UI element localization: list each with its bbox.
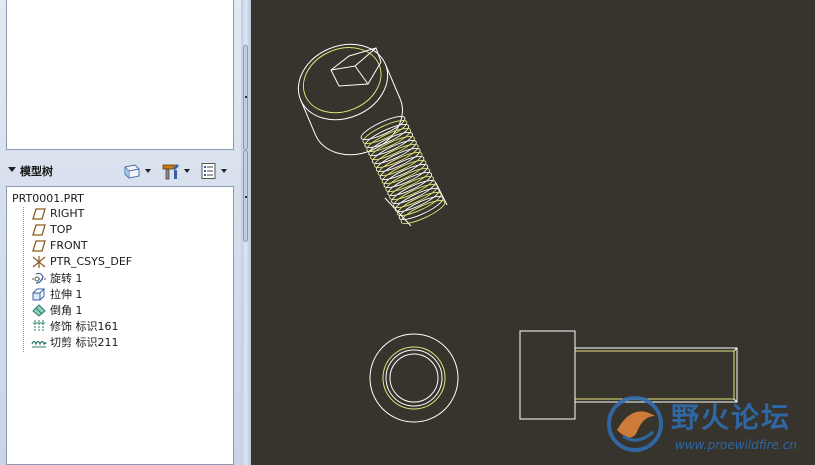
show-icon — [124, 164, 140, 179]
tree-guide-line — [23, 207, 25, 352]
thread-lines — [360, 116, 446, 224]
tree-item-front[interactable]: FRONT — [31, 238, 88, 253]
screw-end-view — [369, 333, 459, 423]
revolve-icon — [31, 271, 47, 285]
tree-item-label: RIGHT — [50, 207, 85, 220]
chevron-down-icon — [221, 169, 227, 173]
tree-item-label: 修饰 标识161 — [50, 319, 119, 333]
grip-dot-icon — [245, 96, 247, 98]
grip-dot-icon — [245, 196, 247, 198]
graphics-window[interactable]: 野火论坛 www.proewildfire.cn — [251, 0, 815, 465]
tree-item-label: TOP — [50, 223, 73, 236]
tree-item-chamfer[interactable]: 倒角 1 — [31, 302, 83, 317]
tree-item-csys[interactable]: PTR_CSYS_DEF — [31, 254, 132, 269]
columns-icon — [201, 163, 216, 179]
tree-item-top[interactable]: TOP — [31, 222, 72, 237]
settings-menu-button[interactable] — [161, 162, 190, 180]
splitter-grip-top[interactable] — [243, 45, 248, 150]
cut-icon — [31, 335, 47, 349]
chevron-down-icon — [184, 169, 190, 173]
tree-item-label: FRONT — [50, 239, 88, 252]
columns-menu-button[interactable] — [200, 162, 227, 180]
panel-splitter[interactable] — [241, 0, 251, 465]
splitter-grip-bottom[interactable] — [243, 150, 248, 242]
chevron-down-icon — [145, 169, 151, 173]
coordinate-system-icon — [31, 255, 47, 269]
watermark-url: www.proewildfire.cn — [675, 438, 797, 452]
hex-socket — [330, 47, 382, 87]
watermark: 野火论坛 www.proewildfire.cn — [603, 392, 815, 462]
tree-item-label: 拉伸 1 — [50, 287, 83, 301]
tree-item-label: PTR_CSYS_DEF — [50, 255, 133, 268]
tree-item-revolve[interactable]: 旋转 1 — [31, 270, 83, 285]
navigator-panel: 模型树 PRT0001.PRT RIGHT TOP FRONT PTR_CSYS… — [0, 0, 241, 465]
watermark-title: 野火论坛 — [671, 401, 792, 434]
watermark-logo-icon — [607, 396, 663, 452]
tree-item-label: 旋转 1 — [50, 271, 83, 285]
datum-plane-icon — [31, 223, 47, 237]
tree-root-item[interactable]: PRT0001.PRT — [12, 192, 84, 205]
collapse-triangle-icon[interactable] — [8, 167, 16, 172]
tree-item-extrude[interactable]: 拉伸 1 — [31, 286, 83, 301]
model-tree-header: 模型树 — [4, 158, 237, 184]
tree-item-cosmetic[interactable]: 修饰 标识161 — [31, 318, 119, 333]
tree-item-cut[interactable]: 切剪 标识211 — [31, 334, 119, 349]
cosmetic-thread-icon — [31, 319, 47, 333]
model-tree[interactable]: PRT0001.PRT RIGHT TOP FRONT PTR_CSYS_DEF… — [6, 186, 234, 465]
tree-item-label: 切剪 标识211 — [50, 335, 119, 349]
model-tree-title: 模型树 — [20, 165, 53, 178]
extrude-icon — [31, 287, 47, 301]
settings-icon — [162, 164, 179, 180]
tree-item-right[interactable]: RIGHT — [31, 206, 84, 221]
show-menu-button[interactable] — [122, 162, 151, 180]
tree-item-label: 倒角 1 — [50, 303, 83, 317]
chamfer-icon — [31, 303, 47, 317]
datum-plane-icon — [31, 239, 47, 253]
datum-plane-icon — [31, 207, 47, 221]
screw-isometric-view — [297, 43, 448, 227]
navigator-upper-area[interactable] — [6, 0, 234, 150]
